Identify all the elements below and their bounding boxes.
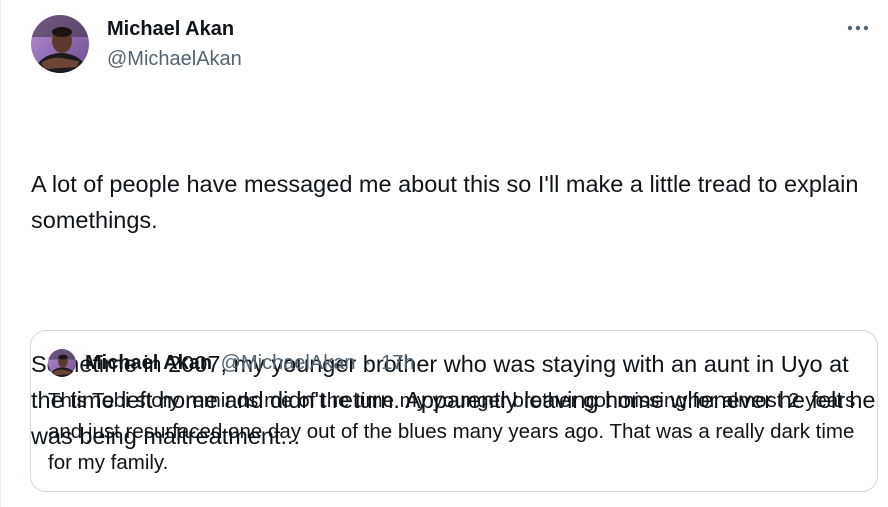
separator-dot: · bbox=[365, 352, 372, 374]
quoted-tweet-text: This Tobi story reminds me of the time m… bbox=[48, 389, 856, 474]
avatar-photo bbox=[48, 349, 76, 377]
tweet[interactable]: Michael Akan @MichaelAkan A lot of peopl… bbox=[0, 0, 888, 507]
quoted-tweet-author-handle: @MichaelAkan bbox=[220, 352, 356, 374]
avatar[interactable] bbox=[31, 15, 89, 73]
quoted-tweet-author-name: Michael Akan bbox=[85, 352, 213, 374]
more-options-button[interactable] bbox=[840, 12, 876, 44]
quoted-tweet-avatar bbox=[48, 349, 76, 377]
tweet-paragraph: A lot of people have messaged me about t… bbox=[31, 171, 865, 233]
author-name[interactable]: Michael Akan bbox=[107, 16, 234, 42]
avatar-photo bbox=[31, 15, 89, 73]
quoted-tweet-timestamp: 17h bbox=[381, 352, 415, 374]
quoted-tweet-header: Michael Akan @MichaelAkan · 17h bbox=[85, 350, 415, 376]
quoted-tweet-card[interactable]: Michael Akan @MichaelAkan · 17h This Tob… bbox=[30, 330, 878, 492]
more-horizontal-icon bbox=[847, 25, 869, 31]
author-handle[interactable]: @MichaelAkan bbox=[107, 46, 242, 72]
